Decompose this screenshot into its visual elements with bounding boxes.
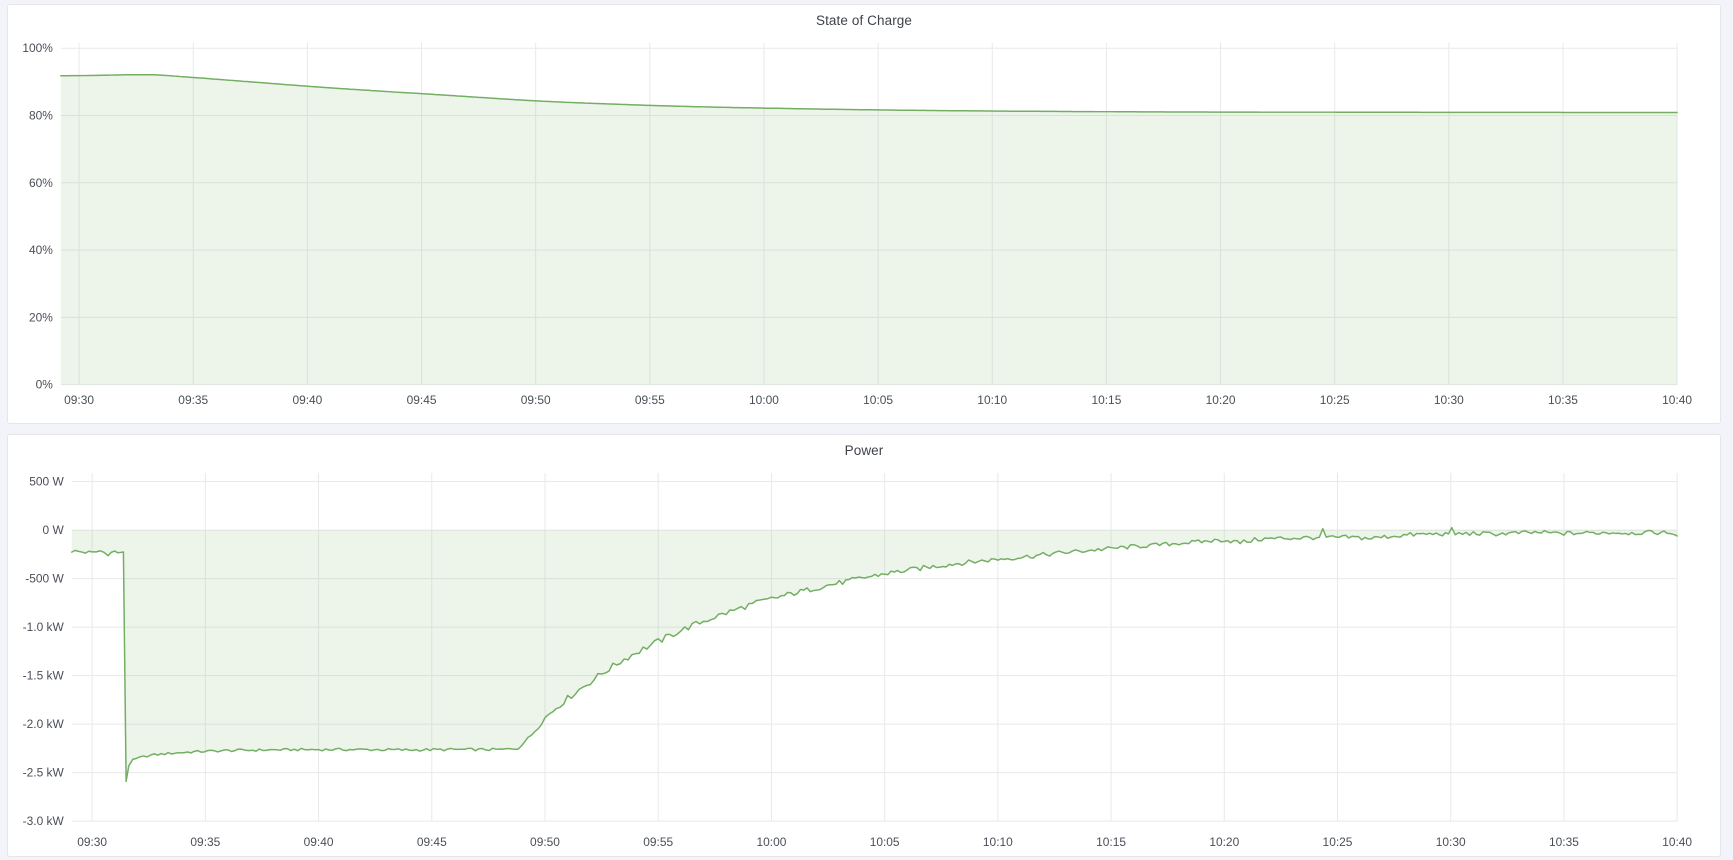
y-axis-tick-label: 40% <box>29 243 53 257</box>
y-axis-tick-label: -2.5 kW <box>23 766 65 780</box>
y-axis-tick-label: -1.5 kW <box>23 669 65 683</box>
x-axis-tick-label: 09:35 <box>178 393 208 407</box>
x-axis-tick-label: 09:30 <box>64 393 94 407</box>
power-panel: Power 500 W0 W-500 W-1.0 kW-1.5 kW-2.0 k… <box>7 434 1721 857</box>
x-axis-tick-label: 09:45 <box>417 835 447 849</box>
x-axis-tick-label: 10:10 <box>977 393 1007 407</box>
x-axis-tick-label: 09:45 <box>407 393 437 407</box>
x-axis-tick-label: 09:30 <box>77 835 107 849</box>
x-axis-tick-label: 10:25 <box>1323 835 1353 849</box>
x-axis-tick-label: 09:50 <box>530 835 560 849</box>
x-axis-tick-label: 10:35 <box>1549 835 1579 849</box>
x-axis-tick-label: 10:00 <box>749 393 779 407</box>
x-axis-tick-label: 10:05 <box>863 393 893 407</box>
dashboard-page: State of Charge 100%80%60%40%20%0%09:300… <box>0 0 1733 860</box>
series-fill <box>72 528 1677 782</box>
x-axis-tick-label: 09:35 <box>190 835 220 849</box>
y-axis-tick-label: 60% <box>29 176 53 190</box>
x-axis-tick-label: 10:30 <box>1436 835 1466 849</box>
x-axis-tick-label: 10:35 <box>1548 393 1578 407</box>
x-axis-tick-label: 10:20 <box>1209 835 1239 849</box>
y-axis-tick-label: 500 W <box>29 475 64 489</box>
x-axis-tick-label: 09:40 <box>292 393 322 407</box>
x-axis-tick-label: 10:00 <box>756 835 786 849</box>
series-fill <box>61 75 1677 385</box>
y-axis-tick-label: 100% <box>22 41 53 55</box>
soc-chart-canvas[interactable]: 100% 80% 60% 40% 20% 0% 09:30 09:35 09:40 09:45 09… <box>8 5 1720 423</box>
x-axis-tick-label: 10:30 <box>1434 393 1464 407</box>
y-axis-tick-label: 20% <box>29 310 53 324</box>
power-chart-canvas[interactable]: 500 W 0 W -500 W -1.0 kW -1.5 kW -2.0 kW -2.5 … <box>8 435 1720 856</box>
y-axis-tick-label: 80% <box>29 108 53 122</box>
y-axis-tick-label: -1.0 kW <box>23 620 65 634</box>
x-axis-tick-label: 09:40 <box>304 835 334 849</box>
x-axis-tick-label: 10:10 <box>983 835 1013 849</box>
y-axis-tick-label: 0% <box>36 378 54 392</box>
x-axis-tick-label: 10:40 <box>1662 393 1692 407</box>
y-axis-tick-label: -2.0 kW <box>23 717 65 731</box>
y-axis-tick-label: -500 W <box>25 572 64 586</box>
x-axis-tick-label: 09:50 <box>521 393 551 407</box>
x-axis-tick-label: 09:55 <box>635 393 665 407</box>
x-axis-tick-label: 10:15 <box>1091 393 1121 407</box>
x-axis-tick-label: 10:20 <box>1206 393 1236 407</box>
x-axis-tick-label: 09:55 <box>643 835 673 849</box>
soc-panel: State of Charge 100%80%60%40%20%0%09:300… <box>7 4 1721 424</box>
x-axis-tick-label: 10:25 <box>1320 393 1350 407</box>
y-axis-tick-label: -3.0 kW <box>23 814 65 828</box>
x-axis-tick-label: 10:15 <box>1096 835 1126 849</box>
x-axis-tick-label: 10:05 <box>870 835 900 849</box>
x-axis-tick-label: 10:40 <box>1662 835 1692 849</box>
y-axis-tick-label: 0 W <box>43 523 65 537</box>
